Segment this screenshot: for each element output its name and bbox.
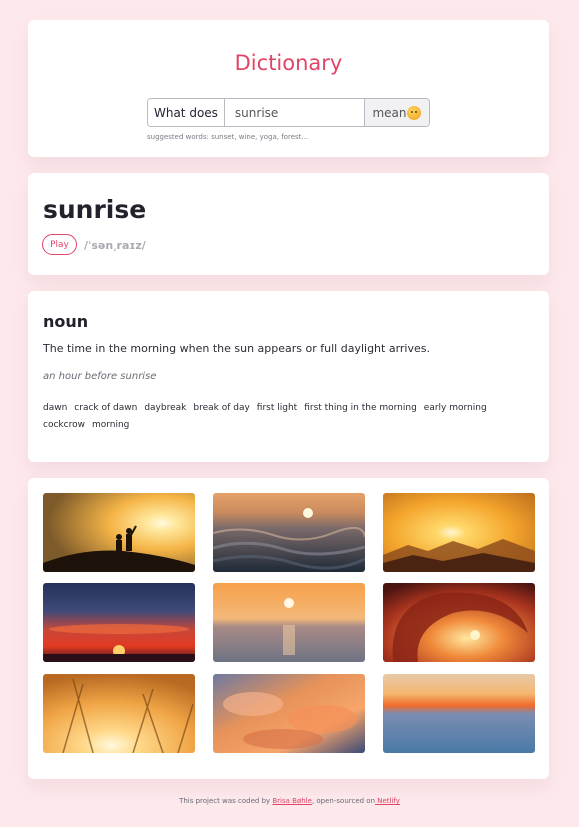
synonym-item: crack of dawn [74,403,138,413]
synonym-item: first light [256,403,298,413]
suggested-words: suggested words: sunset, wine, yoga, for… [147,133,309,141]
search-form: What does mean [147,98,430,127]
synonym-item: break of day [193,403,250,413]
sunrise-photo-calm-sea[interactable] [213,583,365,662]
sunrise-photo-mountains[interactable] [383,493,535,572]
meaning-card: noun The time in the morning when the su… [28,291,549,462]
word-heading: sunrise [43,195,147,224]
sunrise-photo-red-sky-clouds[interactable] [43,583,195,662]
footer: This project was coded by Brisa Bøhle, o… [0,797,579,805]
photo-gallery [28,478,549,779]
footer-text-before: This project was coded by [179,797,273,805]
search-submit-button[interactable]: mean [363,99,429,126]
definition-text: The time in the morning when the sun app… [43,342,430,355]
sunrise-photo-grass[interactable] [43,674,195,753]
sunrise-photo-wave-curl[interactable] [383,583,535,662]
word-card: sunrise Play /ˈsən͵raɪz/ [28,173,549,275]
search-input[interactable] [224,99,364,126]
search-card: Dictionary What does mean suggested word… [28,20,549,157]
play-audio-button[interactable]: Play [42,234,77,255]
thinking-face-emoji-icon [407,105,422,120]
author-link[interactable]: Brisa Bøhle [272,797,312,805]
part-of-speech: noun [43,312,89,331]
netlify-link[interactable]: Netlify [375,797,400,805]
synonym-list: dawn crack of dawn daybreak break of day… [43,403,533,430]
sunrise-photo-ocean-waves[interactable] [213,493,365,572]
synonym-item: morning [91,420,130,430]
search-submit-label: mean [372,105,407,120]
synonym-item: daybreak [144,403,187,413]
sunrise-photo-horizon-blue[interactable] [383,674,535,753]
synonym-item: dawn [43,403,68,413]
footer-text-middle: , open-sourced on [311,797,376,805]
phonetic-text: /ˈsən͵raɪz/ [84,239,146,252]
sunrise-photo-couple-silhouette[interactable] [43,493,195,572]
synonym-item: early morning [423,403,487,413]
synonym-item: cockcrow [43,420,85,430]
synonym-item: first thing in the morning [304,403,417,413]
app-title: Dictionary [234,51,343,75]
sunrise-photo-orange-clouds[interactable] [213,674,365,753]
example-text: an hour before sunrise [43,371,157,382]
search-prefix-label: What does [148,99,225,126]
